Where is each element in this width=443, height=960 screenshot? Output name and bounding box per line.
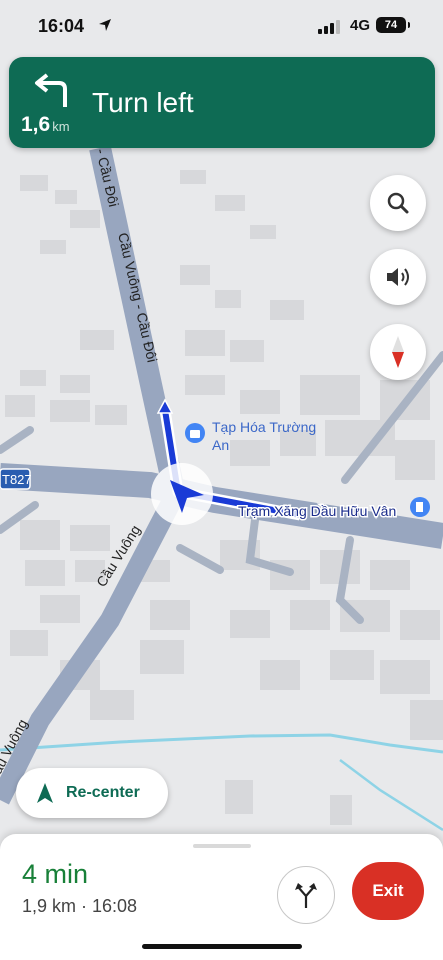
eta-duration: 4 min xyxy=(22,859,89,889)
sheet-drag-handle[interactable] xyxy=(193,844,251,848)
poi-1-name-line2: An xyxy=(212,437,229,453)
instruction-text: Turn left xyxy=(92,87,194,118)
search-icon xyxy=(387,192,409,214)
maneuver-distance: 1,6 km xyxy=(21,113,70,137)
status-time: 16:04 xyxy=(38,16,85,36)
exit-navigation-button[interactable]: Exit xyxy=(352,862,424,920)
signal-icon xyxy=(318,20,340,34)
network-type: 4G xyxy=(350,17,371,34)
recenter-button[interactable]: Re-center xyxy=(16,768,168,818)
recenter-label: Re-center xyxy=(66,784,140,801)
route-fork-icon xyxy=(295,883,317,908)
search-button[interactable] xyxy=(370,175,426,231)
alternate-routes-button[interactable] xyxy=(277,866,335,924)
poi-2-name: Trạm Xăng Dầu Hữu Vân xyxy=(238,503,396,519)
status-bar: 16:04 4G 74 xyxy=(0,0,443,50)
current-location-marker xyxy=(151,463,213,525)
distance-unit: km xyxy=(52,119,70,134)
direction-banner[interactable]: 1,6 km Turn left xyxy=(9,57,435,148)
route-badge-label: T827 xyxy=(2,472,32,487)
compass-button[interactable] xyxy=(370,324,426,380)
sound-button[interactable] xyxy=(370,249,426,305)
trip-summary-sheet[interactable]: 4 min 1,9 km · 16:08 Exit xyxy=(0,834,443,960)
home-indicator[interactable] xyxy=(142,944,302,949)
trip-distance-arrival: 1,9 km · 16:08 xyxy=(22,896,138,916)
distance-value: 1,6 xyxy=(21,113,51,136)
volume-icon xyxy=(387,268,409,286)
navigation-arrow-icon xyxy=(37,783,53,803)
battery-icon: 74 xyxy=(376,17,410,33)
turn-left-icon xyxy=(35,73,67,107)
poi-1-name-line1: Tạp Hóa Trường xyxy=(212,419,316,435)
compass-icon xyxy=(392,336,404,368)
location-arrow-icon xyxy=(99,19,111,31)
